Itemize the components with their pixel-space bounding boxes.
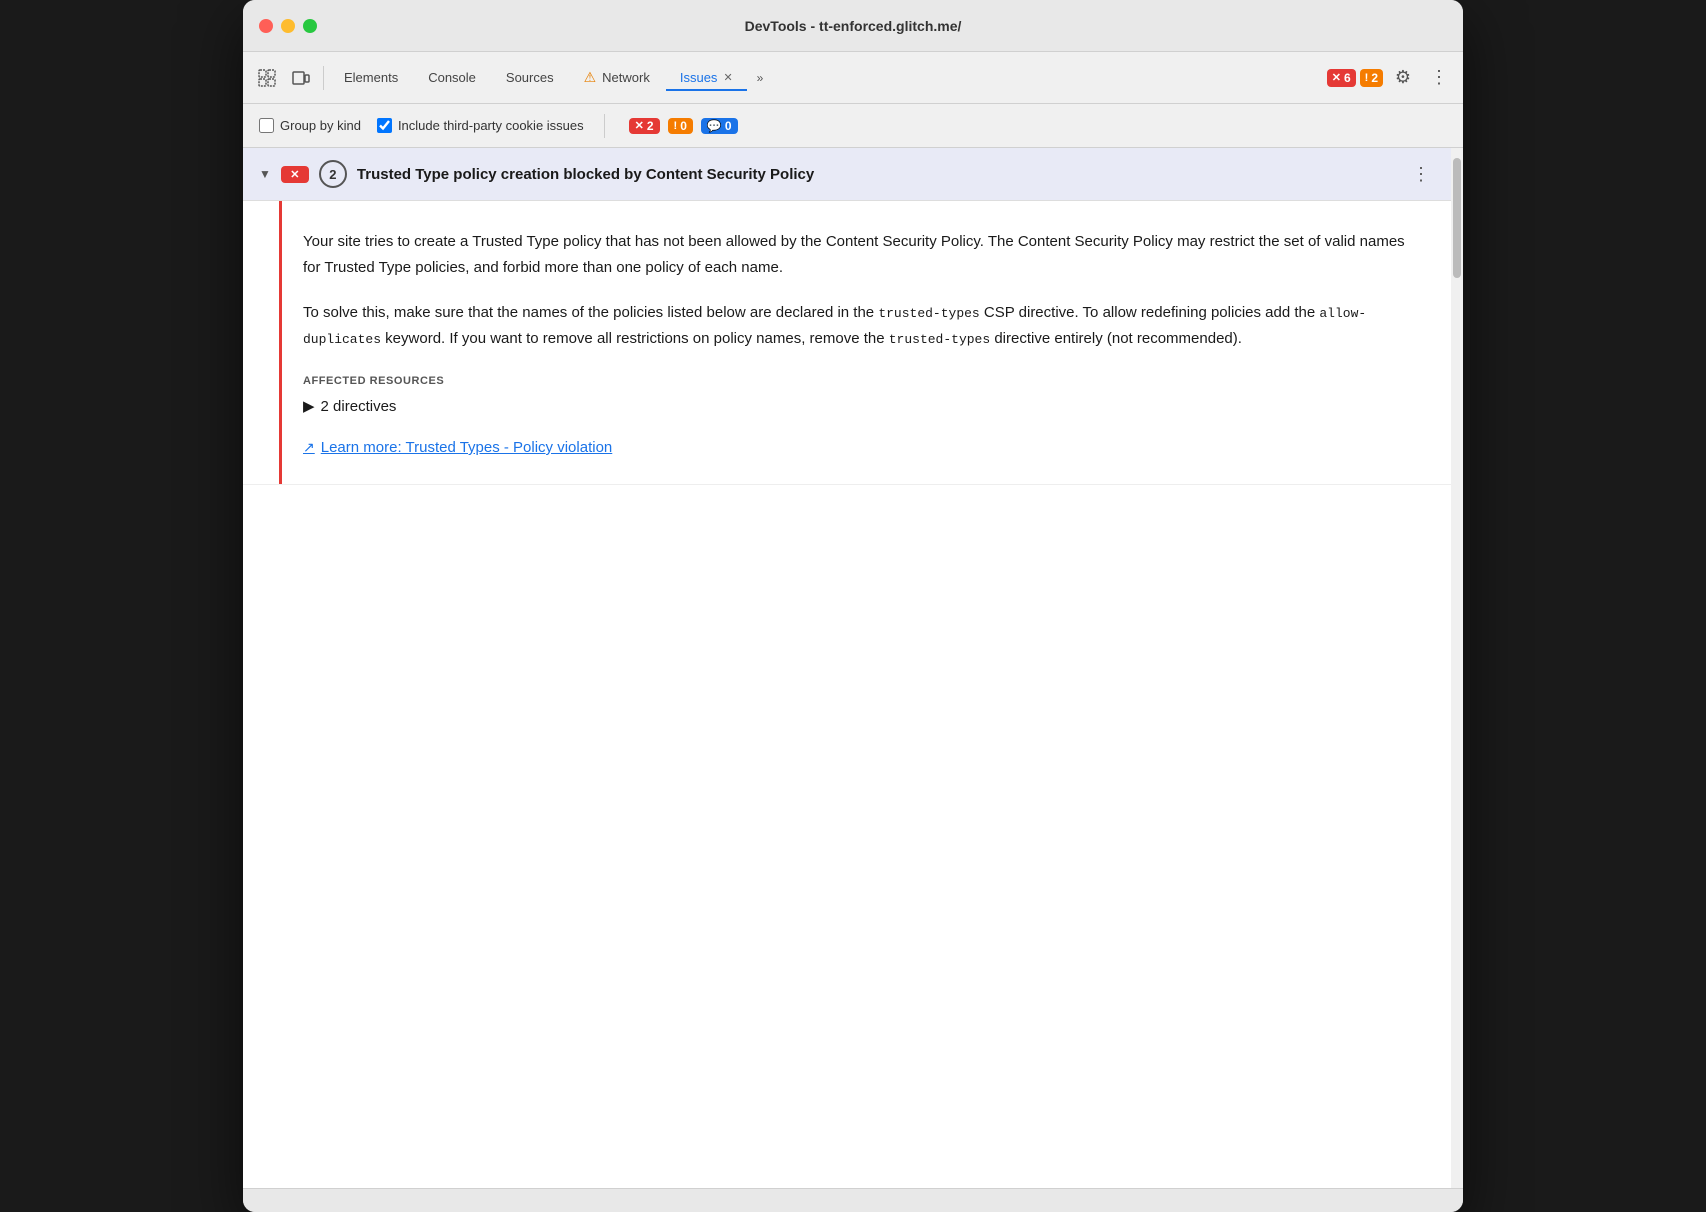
filter-badge-info[interactable]: 💬 0 — [701, 118, 738, 134]
title-bar: DevTools - tt-enforced.glitch.me/ — [243, 0, 1463, 52]
issue-badge-x-icon: ✕ — [290, 168, 299, 181]
learn-more-link[interactable]: ↗ Learn more: Trusted Types - Policy vio… — [303, 439, 1411, 456]
tab-more[interactable]: » — [749, 67, 772, 89]
filter-errors-count: 2 — [647, 119, 654, 133]
settings-button[interactable]: ⚙ — [1387, 62, 1419, 94]
include-third-party-checkbox[interactable] — [377, 118, 392, 133]
main-content: ▼ ✕ 2 Trusted Type policy creation block… — [243, 148, 1463, 1188]
issue-count-circle: 2 — [319, 160, 347, 188]
inspector-icon[interactable] — [251, 62, 283, 94]
filter-info-icon: 💬 — [707, 119, 722, 133]
filter-badge-errors[interactable]: ✕ 2 — [629, 118, 660, 134]
scrollbar-thumb[interactable] — [1453, 158, 1461, 278]
filter-warnings-count: 0 — [680, 119, 687, 133]
collapse-arrow-icon[interactable]: ▼ — [259, 167, 271, 181]
tab-issues-close[interactable]: ✕ — [723, 71, 732, 84]
group-by-kind-label: Group by kind — [280, 118, 361, 133]
learn-more-label: Learn more: Trusted Types - Policy viola… — [321, 439, 613, 456]
filter-badge-warnings[interactable]: ! 0 — [668, 118, 693, 134]
external-link-icon: ↗ — [303, 439, 315, 456]
errors-count: 6 — [1344, 71, 1351, 85]
filter-badges: ✕ 2 ! 0 💬 0 — [629, 118, 738, 134]
tab-issues-label: Issues — [680, 70, 718, 85]
bottom-bar — [243, 1188, 1463, 1212]
directives-arrow-icon: ▶ — [303, 397, 315, 415]
tab-elements[interactable]: Elements — [330, 64, 412, 91]
issue-badge-red: ✕ — [281, 166, 309, 183]
scrollbar[interactable] — [1451, 148, 1463, 1188]
directives-row[interactable]: ▶ 2 directives — [303, 397, 1411, 415]
errors-badge: ✕ 6 — [1327, 69, 1356, 87]
close-button[interactable] — [259, 19, 273, 33]
error-icon: ✕ — [1332, 71, 1341, 84]
tab-network[interactable]: ⚠ Network — [570, 63, 664, 92]
include-third-party-checkbox-label[interactable]: Include third-party cookie issues — [377, 118, 584, 133]
traffic-lights — [259, 19, 317, 33]
tab-sources-label: Sources — [506, 70, 554, 85]
tab-bar: Elements Console Sources ⚠ Network Issue… — [243, 52, 1463, 104]
tab-sources[interactable]: Sources — [492, 64, 568, 91]
filter-warning-icon: ! — [674, 120, 678, 132]
include-third-party-label: Include third-party cookie issues — [398, 118, 584, 133]
more-menu-button[interactable]: ⋮ — [1423, 62, 1455, 94]
window-title: DevTools - tt-enforced.glitch.me/ — [745, 18, 962, 34]
issue-group-header[interactable]: ▼ ✕ 2 Trusted Type policy creation block… — [243, 148, 1451, 201]
filter-separator — [604, 114, 605, 138]
warning-icon: ! — [1365, 72, 1369, 84]
issue-solution: To solve this, make sure that the names … — [303, 300, 1411, 351]
devtools-window: DevTools - tt-enforced.glitch.me/ Elemen… — [243, 0, 1463, 1212]
network-warning-icon: ⚠ — [584, 69, 597, 86]
tab-divider-1 — [323, 66, 324, 90]
directives-label: 2 directives — [321, 398, 397, 415]
warnings-badge: ! 2 — [1360, 69, 1383, 87]
tab-right-controls: ✕ 6 ! 2 ⚙ ⋮ — [1327, 62, 1455, 94]
issue-more-button[interactable]: ⋮ — [1407, 160, 1435, 188]
device-toolbar-icon[interactable] — [285, 62, 317, 94]
issue-detail: Your site tries to create a Trusted Type… — [243, 201, 1451, 485]
issue-count: 2 — [329, 167, 336, 182]
maximize-button[interactable] — [303, 19, 317, 33]
warnings-count: 2 — [1371, 71, 1378, 85]
issue-title: Trusted Type policy creation blocked by … — [357, 166, 1397, 183]
group-by-kind-checkbox[interactable] — [259, 118, 274, 133]
tab-console[interactable]: Console — [414, 64, 490, 91]
minimize-button[interactable] — [281, 19, 295, 33]
tab-issues[interactable]: Issues ✕ — [666, 64, 747, 91]
issues-panel[interactable]: ▼ ✕ 2 Trusted Type policy creation block… — [243, 148, 1451, 1188]
tab-elements-label: Elements — [344, 70, 398, 85]
issue-description: Your site tries to create a Trusted Type… — [303, 229, 1411, 280]
tab-network-label: Network — [602, 70, 650, 85]
tab-console-label: Console — [428, 70, 476, 85]
affected-resources-label: AFFECTED RESOURCES — [303, 375, 1411, 387]
group-by-kind-checkbox-label[interactable]: Group by kind — [259, 118, 361, 133]
filter-error-icon: ✕ — [635, 119, 644, 132]
filter-bar: Group by kind Include third-party cookie… — [243, 104, 1463, 148]
filter-info-count: 0 — [725, 119, 732, 133]
